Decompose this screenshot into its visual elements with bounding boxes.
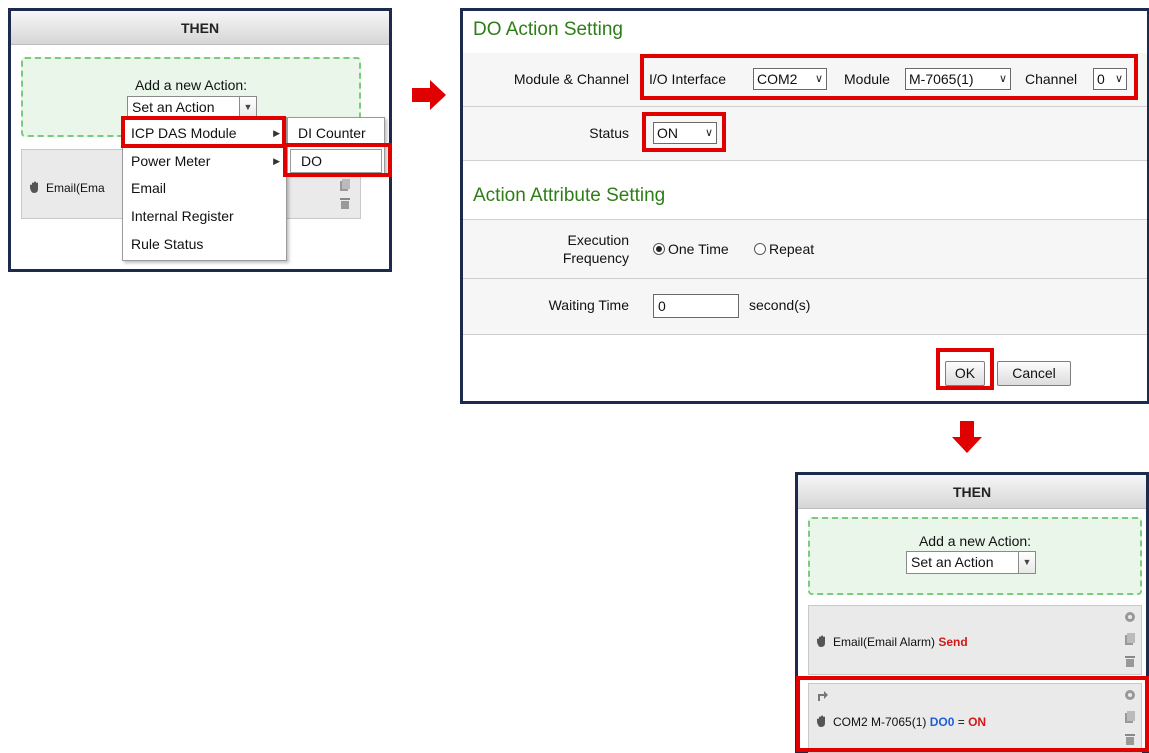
result-add-action-box: Add a new Action: Set an Action ▼ — [808, 517, 1142, 595]
status-row: Status ON ∨ — [463, 107, 1147, 161]
trash-icon[interactable] — [338, 196, 352, 210]
highlight-status — [642, 112, 726, 152]
menu-item-internal-register[interactable]: Internal Register — [123, 203, 286, 230]
trash-icon[interactable] — [1123, 654, 1137, 668]
result-add-action-label: Add a new Action: — [918, 533, 1032, 549]
hand-icon — [28, 180, 42, 194]
radio-unselected-icon[interactable] — [754, 243, 766, 255]
cancel-button[interactable]: Cancel — [997, 361, 1071, 386]
do-action-title: DO Action Setting — [473, 19, 623, 40]
menu-item-rule-status[interactable]: Rule Status — [123, 231, 286, 258]
exec-frequency-row: Execution Frequency One Time Repeat — [463, 219, 1147, 279]
result-set-action-select[interactable]: Set an Action ▼ — [906, 551, 1036, 574]
waiting-time-row: Waiting Time 0 second(s) — [463, 279, 1147, 335]
exec-frequency-label: Execution Frequency — [463, 231, 629, 267]
radio-repeat[interactable]: Repeat — [754, 241, 814, 257]
chevron-down-icon[interactable]: ▼ — [239, 97, 256, 118]
copy-icon[interactable] — [1123, 632, 1137, 646]
radio-one-time[interactable]: One Time — [653, 241, 729, 257]
chevron-down-icon[interactable]: ▼ — [1018, 552, 1035, 573]
highlight-new-do-row — [796, 676, 1149, 752]
email-action-row[interactable]: Email(Email Alarm) Send — [808, 605, 1142, 675]
exec-label-line1: Execution — [567, 232, 629, 248]
attr-title: Action Attribute Setting — [473, 185, 666, 206]
module-channel-label: Module & Channel — [513, 71, 629, 87]
arrow-right-icon — [412, 80, 446, 110]
highlight-icp-das-module — [121, 116, 286, 148]
status-label: Status — [589, 125, 629, 141]
hand-icon — [815, 634, 829, 648]
submenu-caret-icon: ▶ — [273, 156, 280, 166]
waiting-time-unit: second(s) — [749, 297, 811, 313]
menu-item-email[interactable]: Email — [123, 175, 286, 202]
exec-label-line2: Frequency — [562, 250, 629, 266]
email-action-verb: Send — [938, 635, 968, 649]
highlight-do — [283, 143, 392, 177]
arrow-down-icon — [952, 421, 982, 453]
then-header: THEN — [11, 11, 389, 45]
email-action-text: Email(Email Alarm) Send — [833, 635, 968, 649]
highlight-module-channel — [640, 54, 1138, 100]
radio-selected-icon[interactable] — [653, 243, 665, 255]
waiting-time-label: Waiting Time — [548, 297, 629, 313]
copy-icon[interactable] — [338, 178, 352, 192]
gear-icon[interactable] — [1123, 610, 1137, 624]
result-set-action-value: Set an Action — [911, 554, 994, 570]
set-action-select-value: Set an Action — [132, 99, 215, 115]
add-action-label: Add a new Action: — [134, 77, 248, 93]
result-then-header: THEN — [798, 475, 1146, 509]
waiting-time-input[interactable]: 0 — [653, 294, 739, 318]
action-row-text: Email(Ema — [46, 181, 105, 195]
highlight-ok — [936, 348, 994, 390]
menu-item-power-meter[interactable]: Power Meter ▶ — [123, 148, 286, 175]
